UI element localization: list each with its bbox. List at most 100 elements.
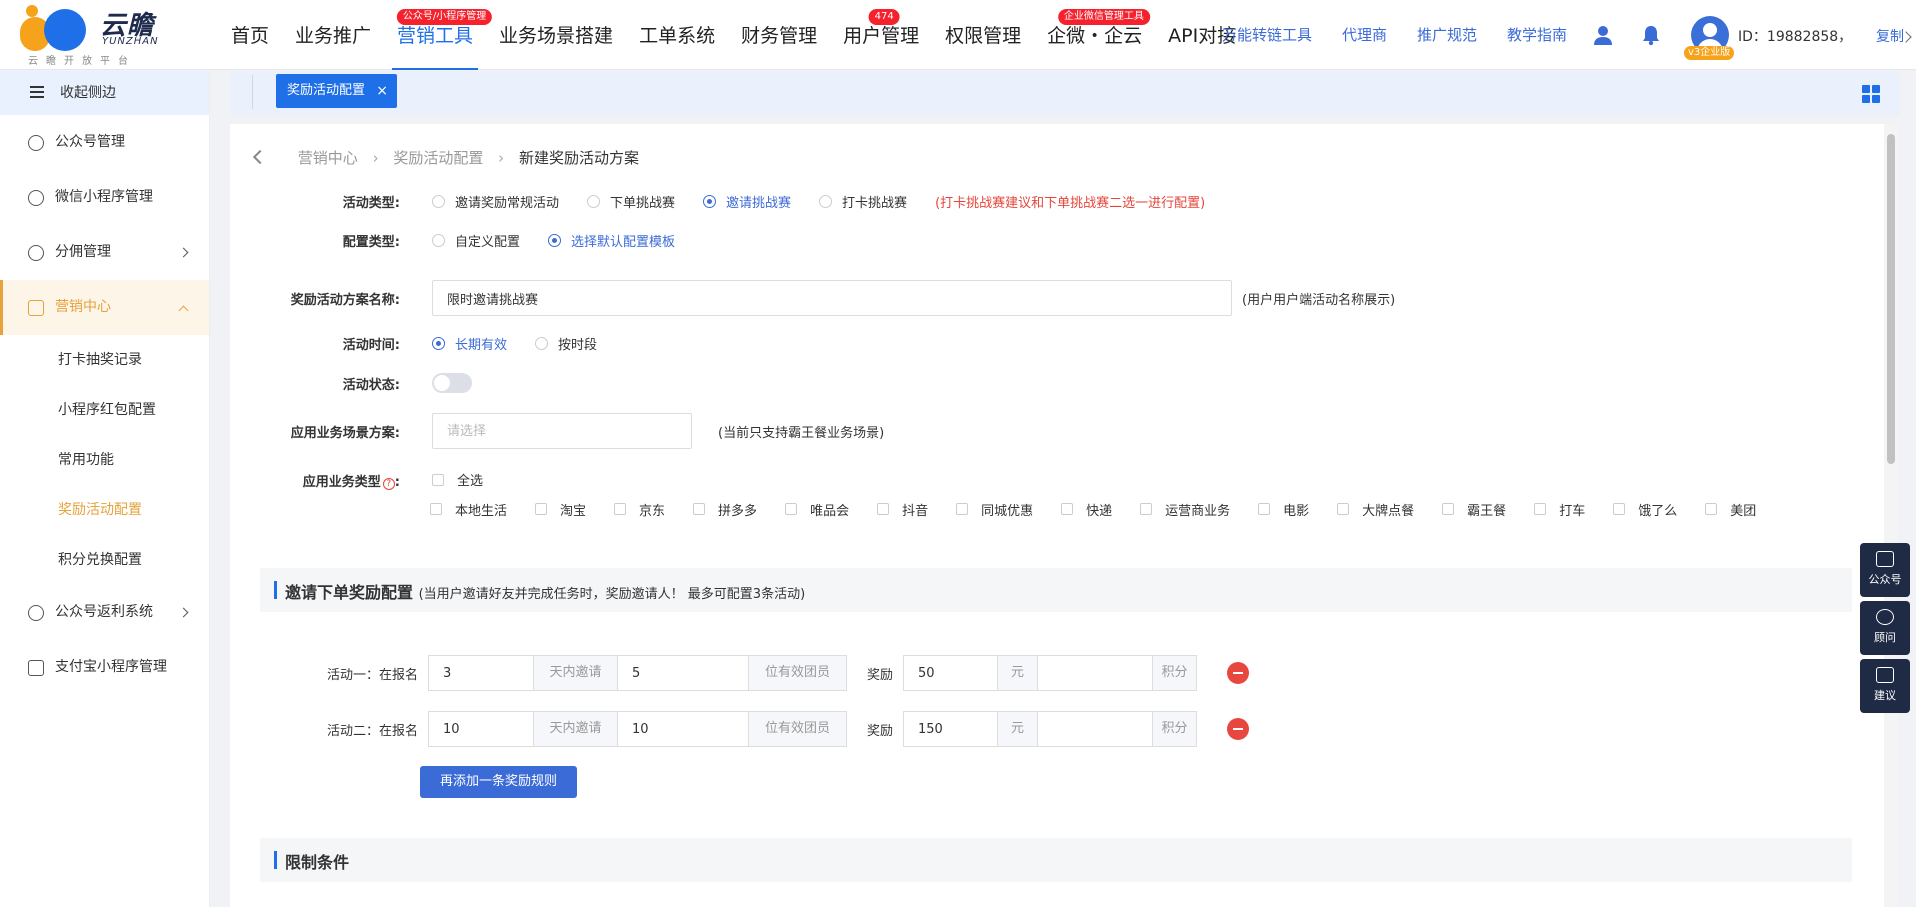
points-field[interactable]: 积分 — [1037, 655, 1198, 691]
checkbox-pinduoduo[interactable]: 拼多多 — [693, 500, 757, 519]
edit-icon — [1876, 667, 1894, 683]
checkbox-label: 电影 — [1283, 503, 1310, 519]
sidebar-subitem-reward-config[interactable]: 奖励活动配置 — [0, 485, 209, 535]
checkbox-label: 全选 — [457, 474, 484, 490]
link-agents[interactable]: 代理商 — [1342, 0, 1387, 70]
help-icon[interactable]: ? — [382, 477, 395, 490]
checkbox-label: 霸王餐 — [1467, 503, 1507, 519]
section-title-text: 邀请下单奖励配置 — [285, 583, 414, 602]
add-reward-rule-button[interactable]: 再添加一条奖励规则 — [420, 766, 578, 798]
days-field[interactable]: 3 天内邀请 — [428, 655, 618, 691]
checkbox-select-all[interactable]: 全选 — [432, 470, 483, 489]
radio-order-challenge[interactable]: 下单挑战赛 — [587, 192, 675, 211]
days-field[interactable]: 10 天内邀请 — [428, 711, 618, 747]
sidebar-item-mini-program[interactable]: 微信小程序管理 — [0, 170, 209, 225]
link-link-converter[interactable]: 万能转链工具 — [1222, 0, 1312, 70]
members-field[interactable]: 5 位有效团员 — [617, 655, 847, 691]
brand-logo[interactable]: 云瞻 YUNZHAN 云瞻开放平台 — [20, 5, 170, 67]
checkbox-taobao[interactable]: 淘宝 — [535, 500, 586, 519]
grid-icon[interactable] — [1862, 85, 1880, 103]
menu-label: 业务场景搭建 — [499, 25, 614, 47]
checkbox-label: 唯品会 — [810, 503, 850, 519]
activity-status-switch[interactable] — [432, 373, 472, 393]
sidebar-item-rebate-system[interactable]: 公众号返利系统 — [0, 585, 209, 640]
points-field[interactable]: 积分 — [1037, 711, 1198, 747]
activity-status-row: 活动状态: — [230, 368, 472, 398]
scheme-name-input[interactable] — [432, 280, 1232, 316]
scene-scheme-select[interactable] — [432, 413, 692, 449]
days-value: 3 — [443, 665, 452, 681]
version-badge: v3企业版 — [1684, 46, 1735, 60]
back-icon[interactable] — [252, 149, 268, 165]
collapse-sidebar-button[interactable]: 收起侧边 — [0, 71, 209, 115]
menu-item-users[interactable]: 474 用户管理 — [830, 0, 932, 70]
radio-default-template[interactable]: 选择默认配置模板 — [548, 231, 675, 250]
feedback-button[interactable]: 建议 — [1860, 659, 1910, 713]
checkbox-meituan[interactable]: 美团 — [1705, 500, 1756, 519]
consultant-button[interactable]: 顾问 — [1860, 601, 1910, 655]
contacts-icon[interactable] — [1592, 24, 1614, 46]
menu-item-promotion[interactable]: 业务推广 — [282, 0, 384, 70]
remove-rule-button[interactable] — [1227, 718, 1250, 740]
tab-reward-config[interactable]: 奖励活动配置 × — [276, 74, 398, 108]
checkbox-vipshop[interactable]: 唯品会 — [785, 500, 849, 519]
checkbox-jd[interactable]: 京东 — [614, 500, 665, 519]
menu-item-permissions[interactable]: 权限管理 — [932, 0, 1034, 70]
checkbox-eleme[interactable]: 饿了么 — [1613, 500, 1677, 519]
menu-item-scene-builder[interactable]: 业务场景搭建 — [486, 0, 626, 70]
sidebar-subitem-checkin-records[interactable]: 打卡抽奖记录 — [0, 335, 209, 385]
menu-item-ticket-system[interactable]: 工单系统 — [626, 0, 728, 70]
checkbox-label: 饿了么 — [1638, 503, 1678, 519]
sidebar-item-commission[interactable]: 分佣管理 — [0, 225, 209, 280]
checkbox-douyin[interactable]: 抖音 — [877, 500, 928, 519]
radio-label: 自定义配置 — [455, 234, 521, 250]
sidebar-item-official-account[interactable]: 公众号管理 — [0, 115, 209, 170]
checkbox-local-deals[interactable]: 同城优惠 — [956, 500, 1033, 519]
menu-label: 财务管理 — [741, 25, 818, 47]
sidebar-item-marketing-center[interactable]: 营销中心 — [0, 280, 209, 335]
menu-item-wecom[interactable]: 企业微信管理工具 企微・企云 — [1034, 0, 1155, 70]
close-icon[interactable]: × — [376, 74, 388, 108]
checkbox-movie[interactable]: 电影 — [1258, 500, 1309, 519]
members-value: 5 — [632, 665, 641, 681]
checkbox-free-meal[interactable]: 霸王餐 — [1442, 500, 1506, 519]
sidebar-subitem-points-exchange[interactable]: 积分兑换配置 — [0, 535, 209, 585]
bell-icon[interactable] — [1640, 24, 1662, 46]
section-accent — [274, 851, 277, 869]
brand-name-en: YUNZHAN — [102, 36, 159, 47]
menu-item-finance[interactable]: 财务管理 — [728, 0, 830, 70]
radio-long-term[interactable]: 长期有效 — [432, 334, 507, 353]
menu-label: 权限管理 — [945, 25, 1022, 47]
main-menu: 首页 业务推广 公众号/小程序管理 营销工具 业务场景搭建 工单系统 财务管理 4… — [218, 0, 1249, 70]
checkbox-carrier[interactable]: 运营商业务 — [1140, 500, 1230, 519]
link-promotion-rules[interactable]: 推广规范 — [1417, 0, 1477, 70]
yuan-field[interactable]: 50 元 — [903, 655, 1039, 691]
checkbox-brand-dining[interactable]: 大牌点餐 — [1337, 500, 1414, 519]
radio-custom-config[interactable]: 自定义配置 — [432, 231, 520, 250]
menu-item-marketing-tools[interactable]: 公众号/小程序管理 营销工具 — [384, 0, 493, 70]
checkbox-express[interactable]: 快递 — [1061, 500, 1112, 519]
field-hint: (用户用户端活动名称展示) — [1242, 292, 1396, 308]
official-account-button[interactable]: 公众号 — [1860, 543, 1910, 597]
radio-by-period[interactable]: 按时段 — [535, 334, 597, 353]
breadcrumb-item[interactable]: 营销中心 — [298, 149, 358, 167]
business-type-options: 本地生活 淘宝 京东 拼多多 唯品会 抖音 同城优惠 快递 运营商业务 电影 大… — [430, 494, 1756, 524]
menu-item-home[interactable]: 首页 — [218, 0, 282, 70]
breadcrumb-item[interactable]: 奖励活动配置 — [393, 149, 483, 167]
checkbox-local-life[interactable]: 本地生活 — [430, 500, 507, 519]
sidebar-subitem-red-packet[interactable]: 小程序红包配置 — [0, 385, 209, 435]
radio-invite-challenge[interactable]: 邀请挑战赛 — [703, 192, 791, 211]
field-label: 奖励活动方案名称: — [290, 292, 400, 308]
remove-rule-button[interactable] — [1227, 662, 1250, 684]
link-tutorials[interactable]: 教学指南 — [1507, 0, 1567, 70]
sidebar-subitem-common-functions[interactable]: 常用功能 — [0, 435, 209, 485]
radio-checkin-challenge[interactable]: 打卡挑战赛 — [819, 192, 907, 211]
scrollbar-thumb[interactable] — [1887, 134, 1895, 464]
scrollbar[interactable] — [1884, 124, 1898, 907]
yuan-field[interactable]: 150 元 — [903, 711, 1039, 747]
checkbox-taxi[interactable]: 打车 — [1534, 500, 1585, 519]
members-field[interactable]: 10 位有效团员 — [617, 711, 847, 747]
activity-type-warning: (打卡挑战赛建议和下单挑战赛二选一进行配置) — [935, 195, 1206, 211]
sidebar-item-alipay-mini[interactable]: 支付宝小程序管理 — [0, 640, 209, 695]
radio-regular-invite[interactable]: 邀请奖励常规活动 — [432, 192, 559, 211]
